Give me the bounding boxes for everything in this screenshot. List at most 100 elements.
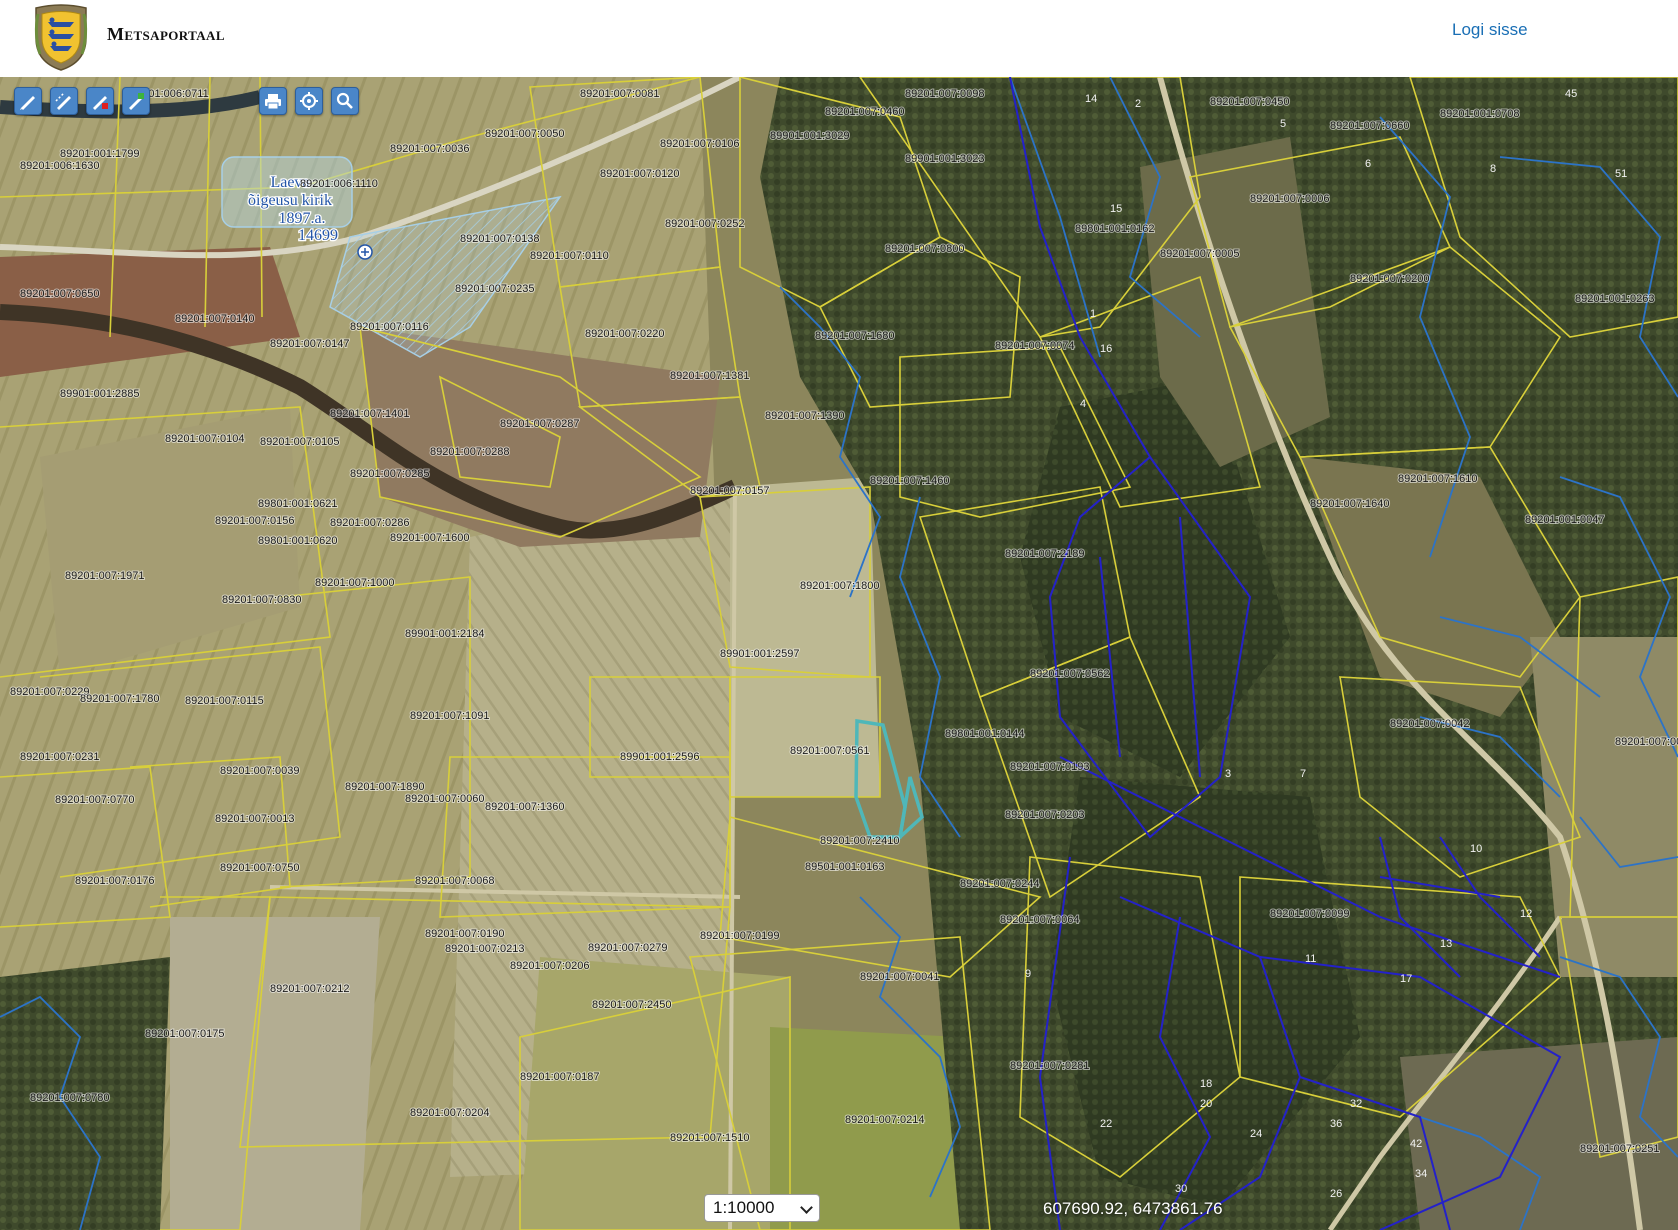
search-icon	[336, 92, 353, 109]
parcel-label: 89201:007:1800	[800, 580, 880, 592]
parcel-label: 89201:007:1971	[65, 570, 145, 582]
parcel-label: 89201:007:0214	[845, 1114, 925, 1126]
parcel-label: 89201:007:0115	[185, 695, 264, 707]
parcel-label: 89201:007:1390	[765, 410, 845, 422]
parcel-label: 89801:001:0620	[258, 535, 338, 547]
erase-button[interactable]	[86, 87, 114, 115]
draw-polygon-button[interactable]	[122, 87, 150, 115]
parcel-label: 89901:001:3029	[770, 130, 850, 142]
parcel-label: 89201:007:0036	[390, 143, 470, 155]
parcel-label: 89201:007:0104	[165, 433, 245, 445]
polygon-icon	[129, 93, 144, 110]
parcel-label: 89201:007:1091	[410, 710, 490, 722]
stand-number-label: 4	[1080, 398, 1086, 410]
parcel-label: 89201:007:1401	[330, 408, 410, 420]
parcel-label: 89201:007:2410	[820, 835, 900, 847]
parcel-label: 89201:007:0287	[500, 418, 580, 430]
parcel-label: 89201:007:0281	[1010, 1060, 1090, 1072]
parcel-label: 89201:007:0244	[960, 878, 1040, 890]
stand-number-label: 51	[1615, 168, 1627, 180]
parcel-label: 89201:007:1000	[315, 577, 395, 589]
parcel-label: 89201:007:0099	[1270, 908, 1350, 920]
parcel-label: 89201:001:1799	[60, 148, 140, 160]
site-title: Metsaportaal	[107, 24, 225, 44]
print-icon	[265, 94, 281, 110]
parcel-label: 89201:001:0263	[1575, 293, 1655, 305]
eraser-icon	[93, 96, 108, 110]
search-button[interactable]	[331, 87, 359, 115]
measure-button[interactable]	[50, 87, 78, 115]
poi-label-line3: 1897.a.	[278, 210, 325, 227]
parcel-label: 89201:007:0187	[520, 1071, 600, 1083]
scale-value: 1:10000	[713, 1198, 775, 1217]
stand-number-label: 2	[1135, 98, 1141, 110]
parcel-label: 89201:007:0830	[222, 594, 302, 606]
parcel-label: 89901:001:2597	[720, 648, 800, 660]
parcel-label: 89201:007:0285	[350, 468, 430, 480]
stand-number-label: 18	[1200, 1078, 1212, 1090]
locate-button[interactable]	[295, 87, 323, 115]
parcel-label: 89201:001:0047	[1525, 514, 1605, 526]
parcel-label: 89201:007:0561	[790, 745, 870, 757]
parcel-label: 89201:006:1630	[20, 160, 100, 172]
parcel-label: 89201:007:0193	[1010, 761, 1090, 773]
stand-number-label: 36	[1330, 1118, 1342, 1130]
parcel-label: 89201:007:1381	[670, 370, 750, 382]
parcel-label: 89201:007:0098	[905, 88, 985, 100]
parcel-label: 89201:007:0213	[445, 943, 525, 955]
parcel-label: 89201:007:0286	[330, 517, 410, 529]
print-button[interactable]	[259, 87, 287, 115]
estonia-coat-of-arms-logo	[34, 4, 88, 71]
parcel-label: 89201:007:0157	[690, 485, 770, 497]
parcel-label: 89201:007:0064	[1000, 914, 1080, 926]
parcel-label: 89201:007:0800	[885, 243, 965, 255]
parcel-label: 89201:007:0006	[1250, 193, 1330, 205]
stand-number-label: 30	[1175, 1183, 1187, 1195]
parcel-label: 89201:007:0068	[415, 875, 495, 887]
parcel-label: 89201:007:0106	[660, 138, 740, 150]
scale-select[interactable]: 1:10000	[704, 1194, 820, 1222]
parcel-label: 89201:007:0231	[20, 751, 100, 763]
stand-number-label: 26	[1330, 1188, 1342, 1200]
parcel-label: 89201:007:1890	[345, 781, 425, 793]
pencil-icon	[20, 96, 35, 110]
parcel-label: 89201:007:1360	[485, 801, 565, 813]
stand-number-label: 3	[1225, 768, 1231, 780]
parcel-label: 89201:007:0770	[55, 794, 135, 806]
poi-label-line4: 14699	[298, 227, 338, 244]
parcel-label: 89201:007:0780	[30, 1092, 110, 1104]
parcel-label: 89201:007:0204	[410, 1107, 490, 1119]
login-link[interactable]: Logi sisse	[1452, 20, 1528, 40]
parcel-label: 89201:007:0252	[665, 218, 745, 230]
parcel-label: 89201:007:0110	[530, 250, 609, 262]
stand-number-label: 8	[1490, 163, 1496, 175]
parcel-label: 89901:001:2596	[620, 751, 700, 763]
stand-number-label: 9	[1025, 968, 1031, 980]
parcel-label: 89201:007:0147	[270, 338, 350, 350]
draw-line-button[interactable]	[14, 87, 42, 115]
parcel-label: 89201:007:0562	[1030, 668, 1110, 680]
stand-number-label: 17	[1400, 973, 1412, 985]
parcel-label: 89201:007:1610	[1398, 473, 1478, 485]
stand-number-label: 32	[1350, 1098, 1362, 1110]
cursor-coordinates: 607690.92, 6473861.76	[1043, 1199, 1223, 1218]
parcel-label: 89201:007:0229	[10, 686, 90, 698]
parcel-label: 89201:007:1640	[1310, 498, 1390, 510]
parcel-label: 89201:007:0013	[215, 813, 295, 825]
parcel-label: 89201:007:1510	[670, 1132, 750, 1144]
stand-number-label: 22	[1100, 1118, 1112, 1130]
stand-number-label: 13	[1440, 938, 1452, 950]
parcel-label: 89201:006:1110	[300, 178, 378, 190]
parcel-label: 89201:007:0116	[350, 321, 429, 333]
parcel-label: 89201:007:0156	[215, 515, 295, 527]
stand-number-label: 42	[1410, 1138, 1422, 1150]
parcel-label: 89801:001:0162	[1075, 223, 1155, 235]
stand-number-label: 5	[1280, 118, 1286, 130]
church-poi-icon	[357, 244, 373, 260]
parcel-label: 89201:007:0288	[430, 446, 510, 458]
stand-number-label: 6	[1365, 158, 1371, 170]
parcel-label: 89201:007:1600	[390, 532, 470, 544]
parcel-label: 89201:007:0050	[485, 128, 565, 140]
parcel-label: 89201:007:0750	[220, 862, 300, 874]
map-canvas[interactable]: Laeva õigeusu kirik 1897.a. 14699 89201:…	[0, 77, 1678, 1230]
